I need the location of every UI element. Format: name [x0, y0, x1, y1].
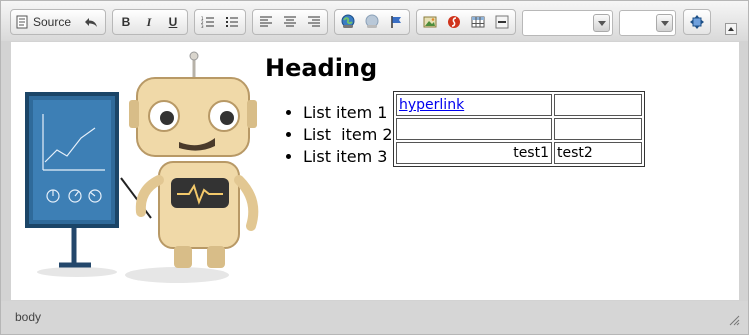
table-row: test1 test2	[396, 142, 642, 164]
element-path[interactable]: body	[15, 310, 41, 324]
toolbar-group-basic-styles: B I U	[112, 9, 188, 35]
toolbar-group-lists: 123	[194, 9, 246, 35]
toolbar: Source B I U 123	[1, 1, 748, 41]
list-item: List item 1	[303, 102, 393, 124]
align-left-icon	[259, 15, 273, 29]
bold-button[interactable]: B	[116, 13, 136, 31]
link-icon	[340, 14, 356, 30]
unlink-icon	[364, 14, 380, 30]
hyperlink[interactable]: hyperlink	[399, 97, 464, 113]
table-button[interactable]	[468, 13, 488, 31]
anchor-icon	[389, 15, 403, 29]
undo-button[interactable]	[81, 13, 101, 31]
table-icon	[471, 15, 485, 29]
undo-icon	[84, 15, 98, 29]
table-cell[interactable]	[396, 118, 552, 140]
align-center-button[interactable]	[280, 13, 300, 31]
numbered-list-button[interactable]: 123	[198, 13, 218, 31]
italic-icon: I	[146, 14, 152, 29]
align-center-icon	[283, 15, 297, 29]
flash-icon	[447, 15, 461, 29]
size-combo[interactable]	[619, 10, 676, 36]
table-cell[interactable]: hyperlink	[396, 94, 552, 116]
link-button[interactable]	[338, 13, 358, 31]
toolbar-group-align	[252, 9, 328, 35]
content-table: hyperlink test1 test2	[393, 91, 645, 167]
toolbar-group-insert	[416, 9, 516, 35]
table-row	[396, 118, 642, 140]
numbered-list-icon: 123	[201, 15, 215, 29]
flash-button[interactable]	[444, 13, 464, 31]
align-left-button[interactable]	[256, 13, 276, 31]
table-cell[interactable]: test1	[396, 142, 552, 164]
image-icon	[423, 15, 437, 29]
robot-illustration	[25, 51, 259, 283]
toolbar-group-document: Source	[10, 9, 106, 35]
source-label: Source	[33, 15, 72, 29]
editor-content-area[interactable]: Heading List item 1 List item 2 List ite…	[11, 42, 739, 300]
source-button[interactable]: Source	[15, 13, 75, 31]
bulleted-list-icon	[225, 15, 239, 29]
source-icon	[15, 15, 29, 29]
align-right-button[interactable]	[304, 13, 324, 31]
svg-text:3: 3	[201, 24, 204, 29]
anchor-button[interactable]	[386, 13, 406, 31]
format-combo[interactable]	[522, 10, 613, 36]
rich-text-editor: Source B I U 123 Heading • List item 1 •…	[0, 0, 749, 335]
content-bulleted-list: List item 1 List item 2 List item 3	[263, 102, 393, 168]
bulleted-list-button[interactable]	[222, 13, 242, 31]
toolbar-group-links	[334, 9, 410, 35]
maximize-icon	[690, 15, 704, 29]
horizontal-rule-icon	[495, 15, 509, 29]
unlink-button[interactable]	[362, 13, 382, 31]
image-button[interactable]	[420, 13, 440, 31]
maximize-button[interactable]	[687, 13, 707, 31]
table-cell[interactable]	[554, 94, 642, 116]
resize-handle-icon[interactable]	[728, 314, 740, 326]
underline-button[interactable]: U	[163, 13, 183, 31]
bold-icon: B	[121, 15, 131, 29]
status-bar: body	[1, 301, 748, 334]
table-cell[interactable]: test2	[554, 142, 642, 164]
italic-button[interactable]: I	[139, 13, 159, 31]
chevron-down-icon[interactable]	[656, 14, 673, 32]
list-item: List item 3	[303, 146, 393, 168]
list-item: List item 2	[303, 124, 393, 146]
horizontal-rule-button[interactable]	[492, 13, 512, 31]
chevron-down-icon[interactable]	[593, 14, 610, 32]
underline-icon: U	[168, 15, 178, 29]
align-right-icon	[307, 15, 321, 29]
content-heading: Heading	[265, 54, 378, 82]
toolbar-group-tools	[683, 9, 711, 35]
table-cell[interactable]	[554, 118, 642, 140]
collapse-toolbar-button[interactable]	[725, 23, 737, 35]
table-row: hyperlink	[396, 94, 642, 116]
